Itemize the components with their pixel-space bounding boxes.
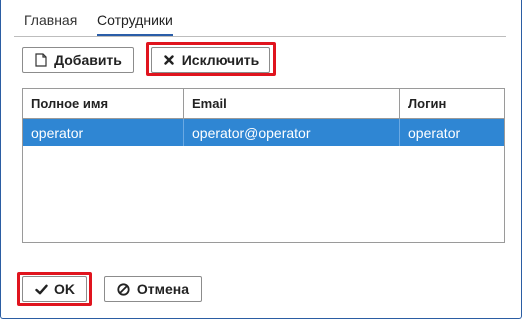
cell-login: operator (408, 124, 461, 141)
ok-button[interactable]: OK (22, 276, 87, 302)
employees-table: Полное имя Email Логин operator operator… (22, 88, 505, 243)
document-icon (34, 53, 48, 67)
cancel-button[interactable]: Отмена (104, 276, 202, 302)
table-header: Полное имя Email Логин (23, 89, 504, 119)
checkmark-icon (34, 282, 48, 296)
table-row[interactable]: operator operator@operator operator (23, 119, 504, 146)
cell-email: operator@operator (184, 119, 400, 146)
tab-bar: Главная Сотрудники (14, 0, 506, 37)
tab-main[interactable]: Главная (24, 12, 77, 28)
column-header-full-name[interactable]: Полное имя (23, 89, 184, 118)
ok-button-label: OK (54, 281, 75, 297)
cancel-button-label: Отмена (136, 281, 190, 297)
close-icon (162, 53, 176, 67)
column-header-login[interactable]: Логин (400, 89, 506, 118)
add-button-label: Добавить (54, 52, 122, 68)
column-header-email[interactable]: Email (184, 89, 400, 118)
exclude-button[interactable]: Исключить (151, 47, 270, 73)
exclude-button-label: Исключить (181, 52, 260, 68)
cell-full-name: operator (23, 119, 184, 146)
ban-icon (117, 282, 131, 296)
add-button[interactable]: Добавить (22, 47, 134, 73)
tab-employees[interactable]: Сотрудники (97, 12, 173, 36)
